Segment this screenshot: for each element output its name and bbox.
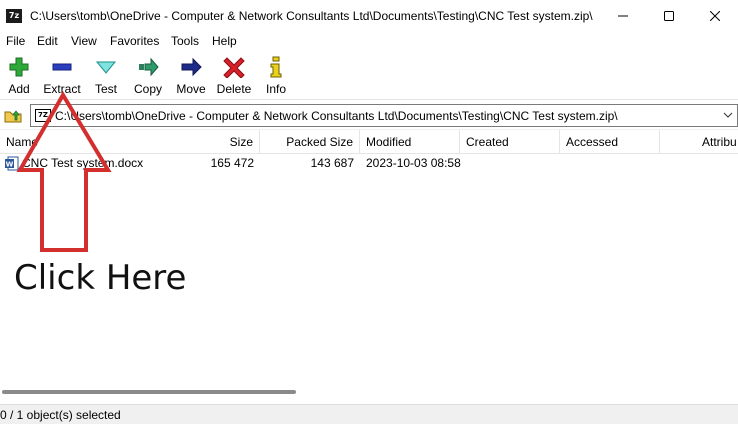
menu-file[interactable]: File [6, 34, 25, 48]
file-modified: 2023-10-03 08:58 [366, 156, 461, 170]
word-document-icon: W [5, 156, 19, 171]
x-icon [223, 57, 245, 78]
toolbar: Add Extract Test Copy Move Delete Info [0, 52, 738, 100]
add-button[interactable]: Add [6, 56, 32, 96]
move-arrow-icon [181, 57, 202, 77]
menu-favorites[interactable]: Favorites [110, 34, 159, 48]
table-row[interactable]: W CNC Test system.docx 165 472 143 687 2… [0, 154, 738, 173]
menu-bar: File Edit View Favorites Tools Help [0, 32, 738, 52]
column-size[interactable]: Size [180, 130, 260, 154]
test-label: Test [94, 82, 117, 96]
scrollbar-thumb[interactable] [2, 390, 296, 394]
column-attributes[interactable]: Attribu [660, 130, 738, 154]
check-icon [95, 61, 117, 74]
address-input[interactable]: 7Z C:\Users\tomb\OneDrive - Computer & N… [30, 104, 738, 127]
title-bar: 7z C:\Users\tomb\OneDrive - Computer & N… [0, 0, 738, 32]
svg-text:W: W [6, 161, 14, 169]
column-packed-size[interactable]: Packed Size [260, 130, 360, 154]
close-button[interactable] [692, 0, 738, 32]
status-text: 0 / 1 object(s) selected [0, 408, 121, 422]
file-name: CNC Test system.docx [22, 156, 144, 170]
address-path: C:\Users\tomb\OneDrive - Computer & Netw… [55, 109, 618, 123]
column-created[interactable]: Created [460, 130, 560, 154]
maximize-button[interactable] [646, 0, 692, 32]
copy-arrow-icon [139, 57, 159, 77]
minus-icon [52, 63, 72, 71]
menu-view[interactable]: View [71, 34, 97, 48]
maximize-icon [664, 11, 674, 21]
address-bar: 7Z C:\Users\tomb\OneDrive - Computer & N… [0, 103, 738, 127]
minimize-button[interactable] [600, 0, 646, 32]
file-size: 165 472 [210, 156, 254, 170]
copy-button[interactable]: Copy [133, 56, 163, 96]
window-title: C:\Users\tomb\OneDrive - Computer & Netw… [30, 9, 593, 23]
move-label: Move [176, 82, 206, 96]
add-label: Add [8, 82, 30, 96]
menu-tools[interactable]: Tools [171, 34, 199, 48]
extract-label: Extract [43, 82, 81, 96]
extract-button[interactable]: Extract [42, 56, 82, 96]
move-button[interactable]: Move [175, 56, 207, 96]
delete-button[interactable]: Delete [216, 56, 252, 96]
close-icon [710, 11, 720, 21]
file-packed-size: 143 687 [310, 156, 354, 170]
column-accessed[interactable]: Accessed [560, 130, 660, 154]
app-icon: 7z [6, 9, 22, 23]
archive-icon: 7Z [35, 109, 51, 122]
minimize-icon [618, 15, 628, 17]
info-icon [270, 56, 282, 78]
click-here-annotation: Click Here [14, 258, 187, 298]
menu-help[interactable]: Help [212, 34, 237, 48]
info-label: Info [265, 82, 286, 96]
menu-edit[interactable]: Edit [37, 34, 58, 48]
folder-up-icon[interactable] [4, 107, 22, 123]
chevron-down-icon[interactable] [723, 111, 733, 119]
copy-label: Copy [133, 82, 162, 96]
status-bar: 0 / 1 object(s) selected [0, 404, 738, 424]
column-modified[interactable]: Modified [360, 130, 460, 154]
info-button[interactable]: Info [263, 56, 289, 96]
horizontal-scrollbar[interactable] [0, 385, 738, 401]
test-button[interactable]: Test [93, 56, 119, 96]
list-header: Name Size Packed Size Modified Created A… [0, 130, 738, 154]
plus-icon [9, 57, 29, 77]
delete-label: Delete [216, 82, 252, 96]
